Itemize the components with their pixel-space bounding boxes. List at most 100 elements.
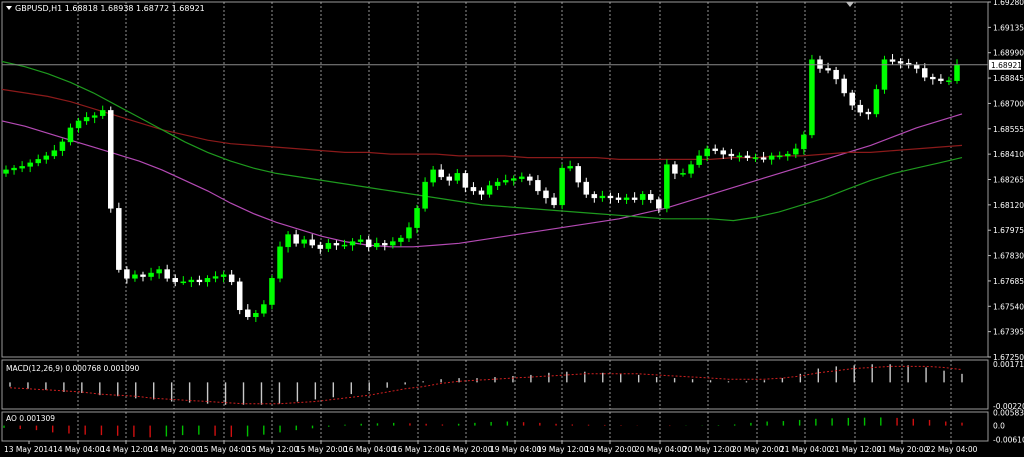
candle-body bbox=[938, 78, 944, 81]
candle-body bbox=[881, 59, 888, 90]
ao-label: AO 0.001309 bbox=[6, 414, 55, 423]
candle-body bbox=[591, 194, 598, 199]
time-tick-label: 16 May 12:00 bbox=[393, 445, 445, 454]
candle-body bbox=[664, 164, 670, 209]
candle-body bbox=[59, 141, 66, 151]
candle-body bbox=[922, 68, 928, 78]
candle-body bbox=[19, 166, 25, 169]
candle-body bbox=[357, 239, 364, 242]
price-tick-label: 1.68700 bbox=[993, 99, 1024, 108]
candle-body bbox=[382, 243, 388, 246]
macd-histogram bbox=[9, 364, 963, 405]
time-tick-label: 21 May 20:00 bbox=[877, 445, 929, 454]
ma-line bbox=[1, 88, 963, 160]
candle-body bbox=[567, 166, 573, 169]
candle-body bbox=[341, 244, 348, 247]
candle-body bbox=[212, 276, 219, 279]
candle-body bbox=[390, 241, 396, 246]
candle-body bbox=[486, 185, 493, 195]
candle-body bbox=[502, 180, 509, 183]
candle-body bbox=[551, 197, 557, 206]
price-tick-label: 1.69280 bbox=[993, 0, 1024, 7]
time-tick-label: 19 May 04:00 bbox=[490, 445, 542, 454]
candle-body bbox=[406, 227, 412, 239]
time-tick-label: 20 May 12:00 bbox=[683, 445, 735, 454]
price-tick-label: 1.67975 bbox=[993, 226, 1024, 235]
macd-signal-line bbox=[9, 365, 963, 405]
symbol-dropdown-icon[interactable] bbox=[6, 6, 12, 10]
macd-label: MACD(12,26,9) 0.000768 0.001090 bbox=[6, 364, 140, 373]
candle-body bbox=[809, 59, 815, 136]
time-tick-label: 20 May 20:00 bbox=[732, 445, 784, 454]
candle-body bbox=[172, 278, 178, 283]
price-tick-label: 1.69135 bbox=[993, 23, 1024, 32]
candle-body bbox=[3, 169, 9, 174]
pane-border bbox=[1, 359, 989, 410]
time-tick-label: 21 May 12:00 bbox=[830, 445, 882, 454]
candle-body bbox=[285, 234, 291, 248]
time-tick-label: 14 May 04:00 bbox=[53, 445, 105, 454]
candle-body bbox=[11, 167, 17, 171]
candle-body bbox=[365, 239, 372, 248]
candle-body bbox=[91, 115, 98, 118]
candle-body bbox=[930, 76, 936, 80]
chart-frame bbox=[1, 1, 989, 442]
macd-tick-label: 0.00171 bbox=[993, 360, 1024, 369]
candle-body bbox=[736, 155, 743, 158]
candle-body bbox=[744, 155, 751, 158]
candle-body bbox=[132, 274, 138, 279]
candle-body bbox=[245, 309, 251, 318]
time-tick-label: 20 May 04:00 bbox=[635, 445, 687, 454]
price-tick-label: 1.68265 bbox=[993, 176, 1024, 185]
candle-body bbox=[196, 279, 203, 283]
candle-body bbox=[43, 155, 50, 160]
candle-body bbox=[752, 157, 759, 159]
time-tick-label: 13 May 2014 bbox=[4, 445, 53, 454]
candle-body bbox=[913, 64, 920, 69]
time-tick-label: 14 May 20:00 bbox=[149, 445, 201, 454]
candle-body bbox=[148, 272, 154, 277]
candle-body bbox=[462, 173, 469, 188]
candle-body bbox=[108, 110, 114, 209]
price-tick-label: 1.68555 bbox=[993, 125, 1024, 134]
candle-body bbox=[728, 153, 735, 157]
candle-body bbox=[583, 181, 590, 195]
candle-body bbox=[236, 281, 243, 311]
candle-body bbox=[825, 68, 831, 71]
candle-body bbox=[543, 190, 549, 199]
candle-body bbox=[398, 237, 404, 242]
candle-body bbox=[494, 181, 501, 186]
candle-body bbox=[438, 169, 444, 178]
candle-body bbox=[349, 241, 356, 246]
candle-body bbox=[527, 176, 533, 181]
price-tick-label: 1.67685 bbox=[993, 277, 1024, 286]
candle-body bbox=[672, 164, 678, 174]
candle-body bbox=[83, 117, 90, 122]
price-tick-label: 1.67395 bbox=[993, 328, 1024, 337]
candle-body bbox=[156, 269, 162, 274]
candle-body bbox=[269, 278, 275, 305]
chart-window: 1.69280 1.69135 1.68990 1.68845 1.68700 1.685… bbox=[0, 0, 1024, 457]
price-tick-label: 1.67830 bbox=[993, 252, 1024, 261]
candle-body bbox=[817, 59, 823, 69]
candle-body bbox=[639, 194, 646, 200]
price-tick-label: 1.68120 bbox=[993, 201, 1024, 210]
candle-body bbox=[688, 164, 694, 174]
candle-body bbox=[116, 208, 122, 270]
candle-body bbox=[897, 61, 904, 64]
candle-body bbox=[414, 208, 420, 228]
moving-average-lines bbox=[1, 60, 963, 248]
candle-body bbox=[696, 155, 702, 165]
price-tick-label: 1.68990 bbox=[993, 49, 1024, 58]
candle-body bbox=[478, 190, 485, 195]
chart-shift-marker[interactable] bbox=[846, 2, 854, 7]
candle-body bbox=[325, 243, 332, 249]
candle-body bbox=[801, 134, 807, 150]
candle-body bbox=[317, 244, 324, 249]
candle-body bbox=[124, 269, 130, 279]
time-tick-label: 19 May 20:00 bbox=[585, 445, 637, 454]
candle-body bbox=[575, 166, 581, 183]
ao-tick-label: 0.0 bbox=[993, 422, 1005, 431]
candle-body bbox=[220, 274, 227, 277]
candle-body bbox=[647, 194, 654, 200]
